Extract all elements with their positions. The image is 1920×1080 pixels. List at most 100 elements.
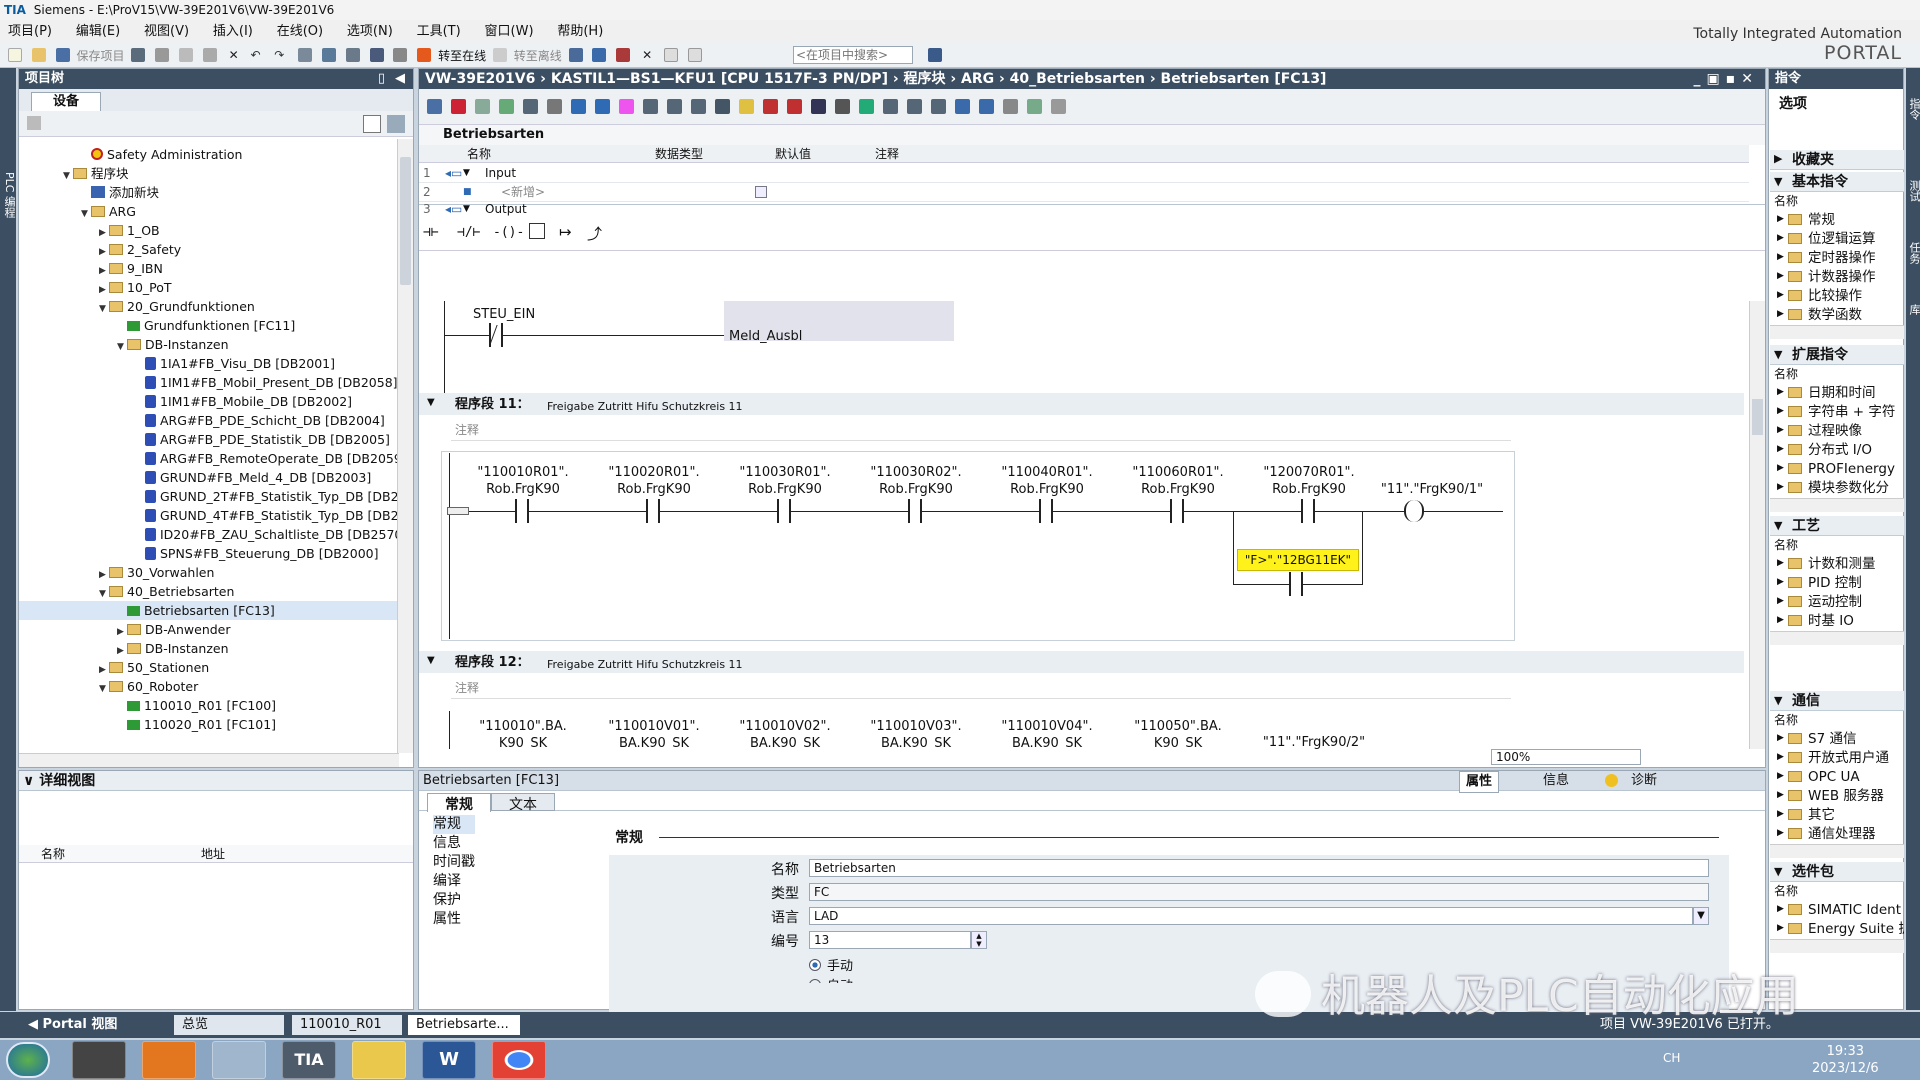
- chevron-right-icon[interactable]: ▶: [1777, 309, 1784, 319]
- editor-tool-icon[interactable]: [811, 99, 826, 114]
- tab-general[interactable]: 常规: [427, 793, 491, 813]
- tree-item[interactable]: ▶ 30_Vorwahlen: [19, 563, 397, 582]
- portal-view-button[interactable]: ◀ Portal 视图: [28, 1012, 117, 1038]
- tree-item[interactable]: ▶ 2_Safety: [19, 240, 397, 259]
- menu-insert[interactable]: 插入(I): [213, 24, 253, 39]
- empty-box-icon[interactable]: [529, 223, 545, 239]
- chevron-down-icon[interactable]: ▼: [1774, 348, 1782, 361]
- menu-project[interactable]: 项目(P): [8, 24, 52, 39]
- tree-item[interactable]: ▶ 9_IBN: [19, 259, 397, 278]
- no-contact[interactable]: [777, 499, 791, 523]
- instruction-item[interactable]: 其它: [1808, 806, 1904, 824]
- coil-icon[interactable]: -()-: [493, 225, 524, 240]
- detail-collapse-icon[interactable]: ∨: [23, 773, 39, 789]
- editor-tool-icon[interactable]: [787, 99, 802, 114]
- no-contact[interactable]: [1170, 499, 1184, 523]
- tree-item[interactable]: 1IM1#FB_Mobile_DB [DB2002]: [19, 392, 397, 411]
- tree-item[interactable]: ▼ 程序块: [19, 164, 397, 183]
- chevron-right-icon[interactable]: ▶: [1777, 615, 1784, 625]
- collapse-left-icon[interactable]: ◀: [395, 69, 405, 89]
- editor-tool-icon[interactable]: [667, 99, 682, 114]
- tree-item[interactable]: ID20#FB_ZAU_Schaltliste_DB [DB2570]: [19, 525, 407, 544]
- instruction-item[interactable]: Energy Suite 扩: [1808, 920, 1904, 938]
- instruction-item[interactable]: 常规: [1808, 211, 1904, 229]
- editor-tool-icon[interactable]: [643, 99, 658, 114]
- tree-item[interactable]: ARG#FB_PDE_Schicht_DB [DB2004]: [19, 411, 397, 430]
- section-tech[interactable]: 工艺: [1770, 516, 1904, 536]
- instruction-item[interactable]: 字符串 + 字符: [1808, 403, 1904, 421]
- instruction-item[interactable]: 计数和测量: [1808, 555, 1904, 573]
- section-scrollbar[interactable]: [1770, 325, 1904, 339]
- menu-help[interactable]: 帮助(H): [557, 24, 603, 39]
- chevron-right-icon[interactable]: ▶: [1777, 482, 1784, 492]
- instruction-item[interactable]: OPC UA: [1808, 768, 1904, 786]
- zoom-select[interactable]: 100%: [1491, 749, 1641, 765]
- coil[interactable]: [1404, 500, 1424, 522]
- stop-cpu-icon[interactable]: [616, 48, 631, 62]
- nav-timestamp[interactable]: 时间戳: [433, 853, 475, 872]
- radio-auto[interactable]: 自动: [809, 975, 853, 983]
- task-tab-instructions[interactable]: 指令: [1906, 98, 1920, 120]
- tab-info[interactable]: 信息: [1537, 771, 1575, 791]
- name-field[interactable]: Betriebsarten: [809, 859, 1709, 877]
- tree-horizontal-scrollbar[interactable]: [19, 753, 399, 767]
- no-contact[interactable]: [908, 499, 922, 523]
- undo-icon[interactable]: ↶: [250, 48, 264, 62]
- no-contact[interactable]: [1039, 499, 1053, 523]
- section-scrollbar[interactable]: [1770, 939, 1904, 953]
- editor-tool-icon[interactable]: [1051, 99, 1066, 114]
- window-controls-icon[interactable]: _▣▪✕: [1694, 69, 1759, 89]
- chevron-right-icon[interactable]: ▶: [1777, 771, 1784, 781]
- instruction-item[interactable]: 模块参数化分: [1808, 479, 1904, 497]
- nav-info[interactable]: 信息: [433, 834, 475, 853]
- chevron-right-icon[interactable]: ▶: [1777, 290, 1784, 300]
- chevron-right-icon[interactable]: ▶: [1777, 444, 1784, 454]
- tree-item[interactable]: GRUND#FB_Meld_4_DB [DB2003]: [19, 468, 397, 487]
- menu-tools[interactable]: 工具(T): [417, 24, 461, 39]
- tree-item[interactable]: 110020_R01 [FC101]: [19, 715, 397, 734]
- tree-item[interactable]: GRUND_4T#FB_Statistik_Typ_DB [DB2057]: [19, 506, 413, 525]
- download-icon[interactable]: [321, 48, 336, 62]
- accessible-devices-icon[interactable]: [568, 48, 583, 62]
- instruction-item[interactable]: 比较操作: [1808, 287, 1904, 305]
- chevron-down-icon[interactable]: ▼: [1774, 865, 1782, 878]
- chevron-down-icon[interactable]: ▼: [1774, 175, 1782, 188]
- tree-view-icon[interactable]: [27, 116, 41, 130]
- tree-item[interactable]: ▼ 60_Roboter: [19, 677, 397, 696]
- project-search-input[interactable]: [793, 46, 913, 64]
- ladder-scroll-thumb[interactable]: [1752, 399, 1763, 435]
- instruction-item[interactable]: 定时器操作: [1808, 249, 1904, 267]
- menu-online[interactable]: 在线(O): [277, 24, 323, 39]
- interface-name[interactable]: Input: [485, 164, 516, 183]
- instruction-item[interactable]: WEB 服务器: [1808, 787, 1904, 805]
- tree-scroll-thumb[interactable]: [400, 157, 411, 285]
- instruction-item[interactable]: 运动控制: [1808, 593, 1904, 611]
- no-contact[interactable]: [1289, 572, 1303, 596]
- editor-tool-icon[interactable]: [475, 99, 490, 114]
- chevron-right-icon[interactable]: ▶: [1777, 252, 1784, 262]
- editor-tool-icon[interactable]: [499, 99, 514, 114]
- chevron-right-icon[interactable]: ▶: [1777, 733, 1784, 743]
- tree-item[interactable]: ▶ DB-Anwender: [19, 620, 397, 639]
- section-basic[interactable]: 基本指令: [1770, 172, 1904, 192]
- instruction-item[interactable]: 数学函数: [1808, 306, 1904, 324]
- save-icon[interactable]: [55, 48, 70, 62]
- table-view-icon[interactable]: [363, 115, 381, 133]
- nav-general[interactable]: 常规: [433, 815, 475, 834]
- split-icon[interactable]: [298, 48, 313, 62]
- taskbar-app-chrome[interactable]: [492, 1041, 546, 1079]
- tree-item[interactable]: 添加新块: [19, 183, 397, 202]
- tree-item[interactable]: GRUND_2T#FB_Statistik_Typ_DB [DB2056]: [19, 487, 413, 506]
- instruction-item[interactable]: PID 控制: [1808, 574, 1904, 592]
- start-cpu-icon[interactable]: [592, 48, 607, 62]
- interface-row[interactable]: 3 ◂▭ ▼ Output: [419, 202, 1749, 216]
- chevron-right-icon[interactable]: ▶: [1774, 152, 1782, 165]
- redo-icon[interactable]: ↷: [274, 48, 288, 62]
- clock[interactable]: 19:33 2023/12/6: [1812, 1043, 1879, 1077]
- instruction-item[interactable]: 通信处理器: [1808, 825, 1904, 843]
- editor-tool-icon[interactable]: [739, 99, 754, 114]
- tree-item[interactable]: ARG#FB_RemoteOperate_DB [DB2059]: [19, 449, 407, 468]
- plc-programming-tab[interactable]: PLC 编程: [1, 172, 17, 218]
- interface-row[interactable]: 1 ◂▭ ▼ Input: [419, 164, 1749, 183]
- tree-item[interactable]: ▶ 50_Stationen: [19, 658, 397, 677]
